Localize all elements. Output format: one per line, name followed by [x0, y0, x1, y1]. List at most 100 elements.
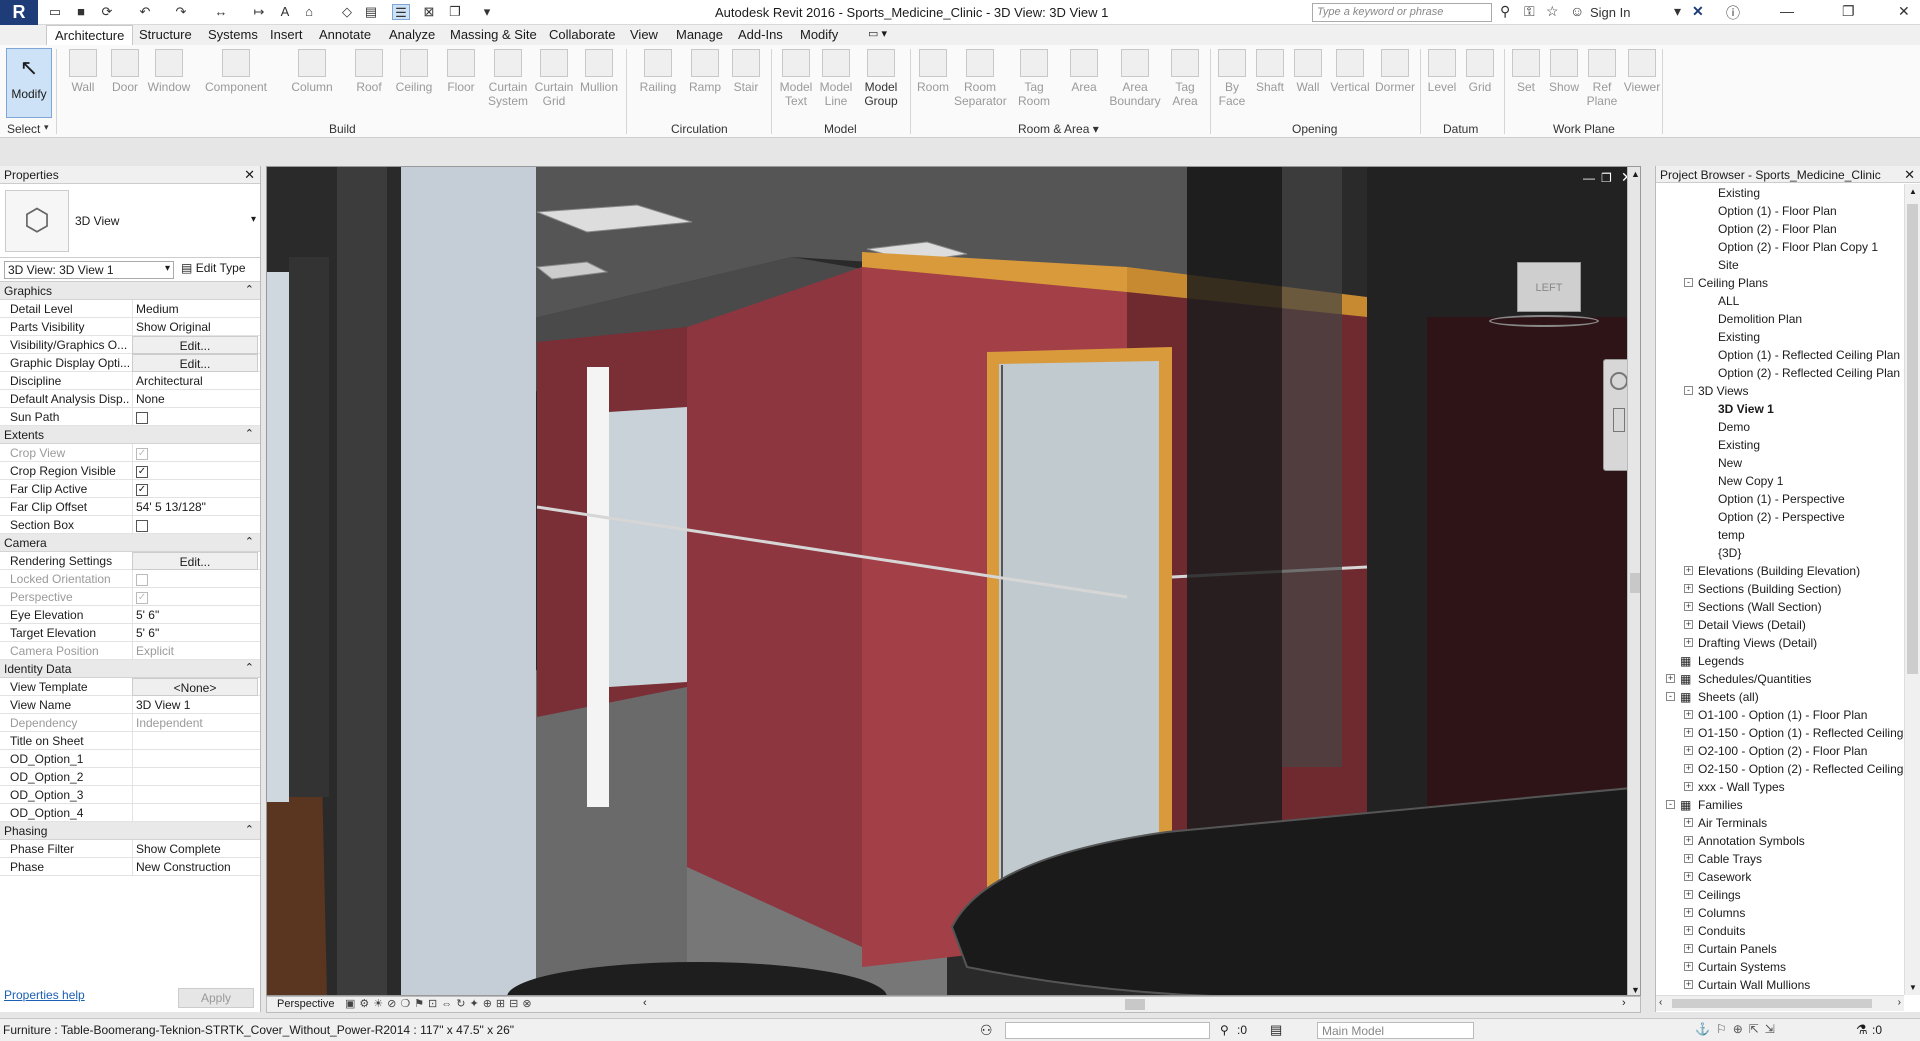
level-button[interactable]: Level	[1424, 49, 1460, 94]
scroll-up-icon[interactable]: ▲	[1631, 169, 1640, 179]
thin-lines-icon[interactable]: ▤	[362, 4, 380, 20]
prop-value[interactable]: 54' 5 13/128"	[132, 498, 258, 516]
prop-value[interactable]: 5' 6"	[132, 624, 258, 642]
group-extents[interactable]: Extents ⌃	[0, 426, 260, 444]
expand-icon[interactable]: +	[1684, 764, 1693, 773]
viewcube-compass[interactable]	[1489, 315, 1599, 327]
show-button[interactable]: Show	[1546, 49, 1582, 94]
railing-button[interactable]: Railing	[636, 49, 680, 94]
tab-massing-site[interactable]: Massing & Site	[450, 27, 537, 42]
browser-item[interactable]: Drafting Views (Detail)	[1698, 636, 1817, 650]
scroll-left-icon[interactable]: ‹	[1659, 997, 1662, 1008]
set-button[interactable]: Set	[1508, 49, 1544, 94]
grid-button[interactable]: Grid	[1462, 49, 1498, 94]
browser-item[interactable]: O1-100 - Option (1) - Floor Plan	[1698, 708, 1867, 722]
browser-item[interactable]: Detail Views (Detail)	[1698, 618, 1806, 632]
area-button[interactable]: Area	[1064, 49, 1104, 94]
prop-value[interactable]	[132, 768, 258, 786]
tab-architecture[interactable]: Architecture	[46, 25, 134, 45]
browser-item[interactable]: Schedules/Quantities	[1698, 672, 1811, 686]
prop-value[interactable]: None	[132, 390, 258, 408]
collapse-icon[interactable]: -	[1684, 278, 1693, 287]
browser-item[interactable]: Existing	[1718, 330, 1760, 344]
undo-icon[interactable]: ↶	[136, 4, 154, 20]
ref-plane-button[interactable]: Ref Plane	[1584, 49, 1620, 108]
browser-item[interactable]: Elevations (Building Elevation)	[1698, 564, 1860, 578]
vertical-button[interactable]: Vertical	[1328, 49, 1372, 94]
app-logo[interactable]: R	[0, 0, 38, 25]
browser-item[interactable]: Existing	[1718, 186, 1760, 200]
room-button[interactable]: Room	[914, 49, 952, 94]
tag-icon[interactable]: A	[276, 4, 294, 20]
scroll-thumb[interactable]	[1672, 999, 1872, 1008]
subscription-icon[interactable]: ⚿	[1524, 3, 1535, 20]
browser-item[interactable]: Option (1) - Floor Plan	[1718, 204, 1837, 218]
browser-item[interactable]: Option (1) - Perspective	[1718, 492, 1845, 506]
by-face-button[interactable]: By Face	[1214, 49, 1250, 108]
scroll-down-icon[interactable]: ▼	[1909, 983, 1917, 992]
zoom-icon[interactable]	[1613, 408, 1625, 432]
type-selector[interactable]: ⬡ 3D View ▾	[0, 184, 260, 258]
toggle-windows-icon[interactable]: ☰	[392, 4, 410, 20]
prop-value[interactable]: Architectural	[132, 372, 258, 390]
restore-view-icon[interactable]: ❐	[1601, 171, 1612, 185]
column-button[interactable]: Column	[288, 49, 336, 94]
browser-item[interactable]: Ceiling Plans	[1698, 276, 1768, 290]
tab-systems[interactable]: Systems	[208, 27, 258, 42]
browser-item[interactable]: Option (2) - Floor Plan Copy 1	[1718, 240, 1878, 254]
section-icon[interactable]: ◇	[338, 4, 356, 20]
expand-icon[interactable]: +	[1684, 584, 1693, 593]
prop-value[interactable]	[132, 786, 258, 804]
browser-item[interactable]: xxx - Wall Types	[1698, 780, 1785, 794]
browser-item[interactable]: New	[1718, 456, 1742, 470]
prop-value[interactable]	[132, 750, 258, 768]
floor-button[interactable]: Floor	[442, 49, 480, 94]
model-line-button[interactable]: Model Line	[817, 49, 855, 108]
viewer-button[interactable]: Viewer	[1622, 49, 1662, 94]
save-icon[interactable]: ■	[72, 4, 90, 20]
window-button[interactable]: Window	[145, 49, 193, 94]
browser-item[interactable]: Families	[1698, 798, 1743, 812]
search-input[interactable]: Type a keyword or phrase	[1312, 3, 1492, 22]
tab-modify[interactable]: Modify	[800, 27, 838, 42]
roof-button[interactable]: Roof	[350, 49, 388, 94]
rendering-settings-edit-button[interactable]: Edit...	[132, 552, 258, 570]
browser-item[interactable]: O1-150 - Option (1) - Reflected Ceiling …	[1698, 726, 1920, 740]
user-icon[interactable]: ☺	[1570, 3, 1584, 19]
prop-value[interactable]	[132, 804, 258, 822]
browser-item[interactable]: 3D View 1	[1718, 402, 1774, 416]
ceiling-button[interactable]: Ceiling	[392, 49, 436, 94]
group-identity-data[interactable]: Identity Data ⌃	[0, 660, 260, 678]
exchange-icon[interactable]: ✕	[1692, 3, 1704, 20]
expand-icon[interactable]: +	[1684, 962, 1693, 971]
switch-windows-icon[interactable]: ❐	[446, 4, 464, 20]
expand-icon[interactable]: +	[1684, 566, 1693, 575]
scroll-right-icon[interactable]: ›	[1622, 997, 1626, 1009]
minimize-icon[interactable]: —	[1780, 3, 1794, 19]
browser-item[interactable]: Sections (Building Section)	[1698, 582, 1841, 596]
dormer-button[interactable]: Dormer	[1374, 49, 1416, 94]
browser-item[interactable]: Columns	[1698, 906, 1745, 920]
browser-item[interactable]: Casework	[1698, 870, 1751, 884]
selection-filter-icons[interactable]: ⚓⚐⊕⇱⇲	[1695, 1022, 1781, 1036]
browser-item[interactable]: Air Terminals	[1698, 816, 1767, 830]
tag-area-button[interactable]: Tag Area	[1166, 49, 1204, 108]
tab-view[interactable]: View	[630, 27, 658, 42]
expand-icon[interactable]: +	[1684, 854, 1693, 863]
3d-viewport[interactable]: LEFT — ❐ ✕ ▲ ▼	[266, 166, 1641, 996]
prop-value[interactable]: Show Complete	[132, 840, 258, 858]
browser-item[interactable]: Legends	[1698, 654, 1744, 668]
view-style-label[interactable]: Perspective	[277, 998, 334, 1010]
area-boundary-button[interactable]: Area Boundary	[1108, 49, 1162, 108]
view-control-icons[interactable]: ▣⚙☀⊘❍⚑⊡⇔↻✦⊕⊞⊟⊗	[345, 997, 536, 1010]
browser-scrollbar[interactable]: ▲ ▼	[1904, 184, 1920, 995]
sign-in-dropdown-icon[interactable]: ▾	[1674, 3, 1681, 20]
prop-value[interactable]	[132, 732, 258, 750]
expand-icon[interactable]: +	[1684, 836, 1693, 845]
browser-item[interactable]: Demolition Plan	[1718, 312, 1802, 326]
expand-icon[interactable]: +	[1684, 980, 1693, 989]
tab-manage[interactable]: Manage	[676, 27, 723, 42]
help-icon[interactable]: ⓘ	[1726, 3, 1740, 23]
prop-value[interactable]: Medium	[132, 300, 258, 318]
expand-icon[interactable]: +	[1684, 746, 1693, 755]
